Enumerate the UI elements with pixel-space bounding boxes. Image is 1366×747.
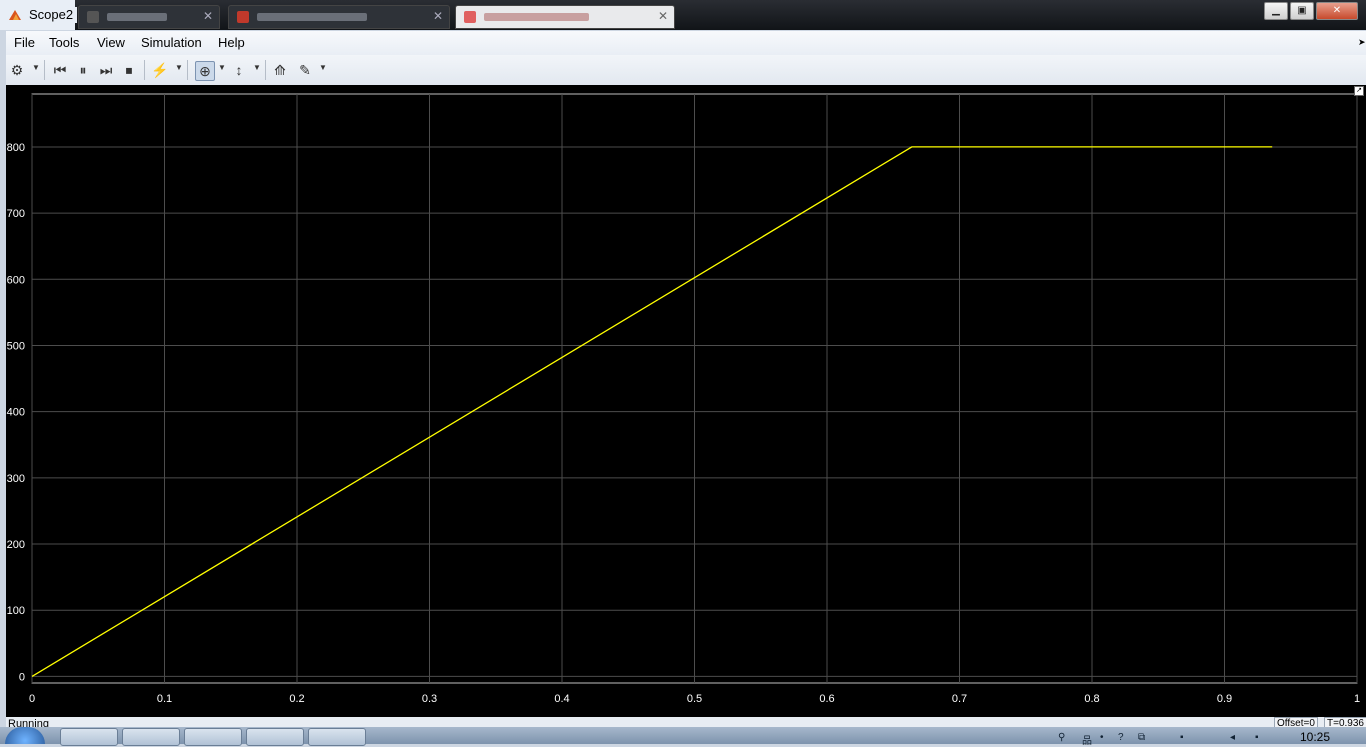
x-tick-label: 0.7	[952, 693, 967, 705]
menu-bar: File Tools View Simulation Help ➤	[6, 31, 1366, 55]
x-tick-label: 0.9	[1217, 693, 1232, 705]
chevron-down-icon[interactable]: ▼	[253, 63, 261, 72]
y-tick-label: 700	[7, 208, 25, 220]
help-icon[interactable]: ?	[1118, 732, 1124, 743]
y-tick-label: 0	[19, 671, 25, 683]
maximize-icon[interactable]: ▣	[1290, 2, 1314, 20]
x-tick-label: 0.2	[289, 693, 304, 705]
window-title: Scope2	[27, 7, 78, 23]
chevron-down-icon[interactable]: ▼	[218, 63, 226, 72]
start-button[interactable]	[5, 727, 45, 744]
menu-help[interactable]: Help	[218, 35, 245, 50]
toolbar-separator	[265, 60, 266, 80]
close-icon[interactable]: ✕	[658, 9, 668, 23]
tray-icon[interactable]: ◂	[1230, 732, 1235, 743]
display-icon[interactable]: ⧉	[1138, 732, 1145, 743]
tab-icon	[464, 11, 476, 23]
search-icon[interactable]: ⚲	[1058, 732, 1065, 743]
y-tick-label: 600	[7, 274, 25, 286]
chevron-down-icon[interactable]: ▼	[319, 63, 327, 72]
taskbar-button-matlab[interactable]	[308, 728, 366, 746]
taskbar-button-app[interactable]	[246, 728, 304, 746]
scope-chart[interactable]: 0 0.1 0.2 0.3 0.4 0.5 0.6 0.7 0.8 0.9 1 0 100 200 300 4…	[6, 85, 1366, 717]
x-tick-label: 0.6	[819, 693, 834, 705]
taskbar: ⚲ 品 • ? ⧉ ▪ ◂ ▪ 10:25	[0, 727, 1366, 747]
menu-file[interactable]: File	[14, 35, 35, 50]
step-back-icon[interactable]: ⏮	[51, 61, 69, 79]
highlight-icon[interactable]: ⚡	[151, 61, 169, 79]
y-tick-label: 300	[7, 473, 25, 485]
tab-icon	[87, 11, 99, 23]
cursor-measure-icon[interactable]: ⟰	[271, 61, 289, 79]
toolbar-separator	[44, 60, 45, 80]
chevron-down-icon[interactable]: ▼	[175, 63, 183, 72]
y-tick-label: 500	[7, 340, 25, 352]
taskbar-button-explorer[interactable]	[60, 728, 118, 746]
undock-icon[interactable]: ↗	[1354, 86, 1364, 96]
stop-icon[interactable]: ⏹	[120, 61, 138, 79]
toolbar-separator	[187, 60, 188, 80]
x-tick-label: 0.5	[687, 693, 702, 705]
background-tab[interactable]: ✕	[228, 5, 450, 29]
x-tick-label: 0	[29, 693, 35, 705]
clock: 10:25	[1299, 730, 1330, 744]
tab-label-obscured	[257, 13, 367, 21]
close-icon[interactable]: ✕	[203, 9, 213, 23]
menu-simulation[interactable]: Simulation	[141, 35, 202, 50]
window-controls: ▁ ▣ ✕	[1264, 2, 1358, 20]
tray-icon[interactable]: ▪	[1255, 732, 1259, 743]
background-tab[interactable]: ✕	[78, 5, 220, 29]
close-icon[interactable]: ✕	[433, 9, 443, 23]
close-window-icon[interactable]: ✕	[1316, 2, 1358, 20]
pause-icon[interactable]: ⏸	[74, 61, 92, 79]
menu-tools[interactable]: Tools	[49, 35, 79, 50]
zoom-icon[interactable]: ⊕	[195, 61, 215, 81]
x-tick-label: 0.1	[157, 693, 172, 705]
y-tick-label: 100	[7, 605, 25, 617]
taskbar-button-app[interactable]	[184, 728, 242, 746]
y-tick-label: 200	[7, 539, 25, 551]
active-tab[interactable]: ✕	[455, 5, 675, 29]
matlab-icon	[9, 10, 21, 20]
minimize-icon[interactable]: ▁	[1264, 2, 1288, 20]
chevron-down-icon[interactable]: ▼	[32, 63, 40, 72]
status-bar: Running Offset=0 T=0.936	[6, 717, 1366, 730]
step-forward-icon[interactable]: ⏭	[97, 61, 115, 79]
taskbar-button-browser[interactable]	[122, 728, 180, 746]
tray-icon[interactable]: ▪	[1180, 732, 1184, 743]
scope-display[interactable]: 0 0.1 0.2 0.3 0.4 0.5 0.6 0.7 0.8 0.9 1 0 100 200 300 4…	[6, 85, 1366, 717]
toolbar-separator	[144, 60, 145, 80]
toolbar: ⚙ ▼ ⏮ ⏸ ⏭ ⏹ ⚡ ▼ ⊕ ▼ ↕ ▼ ⟰ ✎ ▼	[6, 55, 1366, 86]
style-icon[interactable]: ✎	[296, 61, 314, 79]
tab-label-obscured	[107, 13, 167, 21]
dock-arrow-icon[interactable]: ➤	[1358, 37, 1366, 48]
x-tick-label: 1	[1354, 693, 1360, 705]
network-icon[interactable]: 品	[1082, 732, 1092, 747]
title-bar: Scope2 ✕ ✕ ✕ ▁ ▣ ✕	[0, 0, 1366, 30]
x-tick-label: 0.3	[422, 693, 437, 705]
tab-label-obscured	[484, 13, 589, 21]
x-tick-label: 0.8	[1084, 693, 1099, 705]
tray-icon[interactable]: •	[1100, 732, 1104, 743]
menu-view[interactable]: View	[97, 35, 125, 50]
scale-axes-icon[interactable]: ↕	[230, 61, 248, 79]
x-tick-label: 0.4	[554, 693, 569, 705]
y-tick-label: 400	[7, 407, 25, 419]
y-tick-label: 800	[7, 142, 25, 154]
tab-icon	[237, 11, 249, 23]
gear-icon[interactable]: ⚙	[8, 61, 26, 79]
